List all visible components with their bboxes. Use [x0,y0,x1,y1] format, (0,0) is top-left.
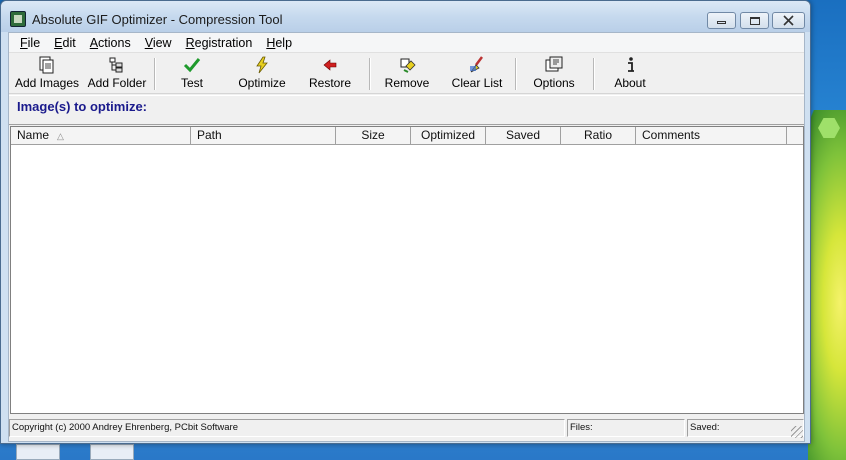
test-button[interactable]: Test [169,56,215,92]
sort-ascending-icon: △ [57,131,64,141]
menu-file[interactable]: File [13,33,47,53]
minimize-button[interactable] [707,12,736,29]
checkmark-icon [183,56,201,74]
menu-actions[interactable]: Actions [83,33,138,53]
info-icon [621,56,639,74]
app-icon[interactable] [10,11,26,27]
optimize-button[interactable]: Optimize [235,56,289,92]
column-header-saved[interactable]: Saved [486,127,561,145]
app-window: Absolute GIF Optimizer - Compression Too… [0,0,811,444]
taskbar-thumbnail[interactable] [16,444,60,460]
column-header-name[interactable]: Name △ [11,127,191,145]
image-list[interactable]: Name △ Path Size Optimized Saved Ratio Co… [10,126,804,414]
status-copyright: Copyright (c) 2000 Andrey Ehrenberg, PCb… [9,419,565,437]
menu-view[interactable]: View [138,33,179,53]
restore-label: Restore [308,76,352,90]
add-folder-label: Add Folder [87,76,147,90]
folder-tree-icon [108,56,126,74]
lightning-icon [253,56,271,74]
desktop-wallpaper [808,110,846,460]
list-header: Name △ Path Size Optimized Saved Ratio Co… [11,127,803,145]
eraser-icon [398,56,416,74]
add-folder-button[interactable]: Add Folder [85,56,149,92]
test-label: Test [180,76,203,90]
menu-edit[interactable]: Edit [47,33,83,53]
resize-grip-icon[interactable] [791,426,803,438]
toolbar: Add Images Add Folder Test Optimize Rest… [9,54,804,94]
toolbar-separator [154,58,156,90]
clear-list-label: Clear List [451,76,503,90]
add-images-button[interactable]: Add Images [13,56,81,92]
remove-label: Remove [384,76,430,90]
menu-bar: File Edit Actions View Registration Help [9,33,804,53]
optimize-label: Optimize [238,76,286,90]
column-header-optimized[interactable]: Optimized [411,127,486,145]
add-images-label: Add Images [14,76,80,90]
maximize-icon [749,16,760,25]
options-button[interactable]: Options [529,56,579,92]
maximize-button[interactable] [740,12,769,29]
status-saved: Saved: [687,419,804,437]
status-files: Files: [567,419,685,437]
window-title: Absolute GIF Optimizer - Compression Too… [32,12,283,27]
column-header-comments[interactable]: Comments [636,127,787,145]
taskbar-thumbnail[interactable] [90,444,134,460]
column-header-size[interactable]: Size [336,127,411,145]
restore-button[interactable]: Restore [305,56,355,92]
close-icon [783,15,794,26]
menu-help[interactable]: Help [259,33,299,53]
column-header-path[interactable]: Path [191,127,336,145]
back-arrow-icon [321,56,339,74]
column-header-ratio[interactable]: Ratio [561,127,636,145]
menu-registration[interactable]: Registration [179,33,260,53]
pages-icon [38,56,56,74]
remove-button[interactable]: Remove [381,56,433,92]
title-bar[interactable]: Absolute GIF Optimizer - Compression Too… [1,1,810,32]
client-area: File Edit Actions View Registration Help Add … [8,32,805,442]
toolbar-separator [369,58,371,90]
about-label: About [614,76,646,90]
options-icon [545,56,563,74]
clear-list-button[interactable]: Clear List [449,56,505,92]
options-label: Options [533,76,575,90]
toolbar-separator [593,58,595,90]
status-bar: Copyright (c) 2000 Andrey Ehrenberg, PCb… [9,417,804,439]
minimize-icon [717,21,726,24]
heading-bar: Image(s) to optimize: [9,95,804,125]
toolbar-separator [515,58,517,90]
section-heading: Image(s) to optimize: [17,99,148,114]
about-button[interactable]: About [607,56,653,92]
brush-icon [468,56,486,74]
close-button[interactable] [772,12,805,29]
